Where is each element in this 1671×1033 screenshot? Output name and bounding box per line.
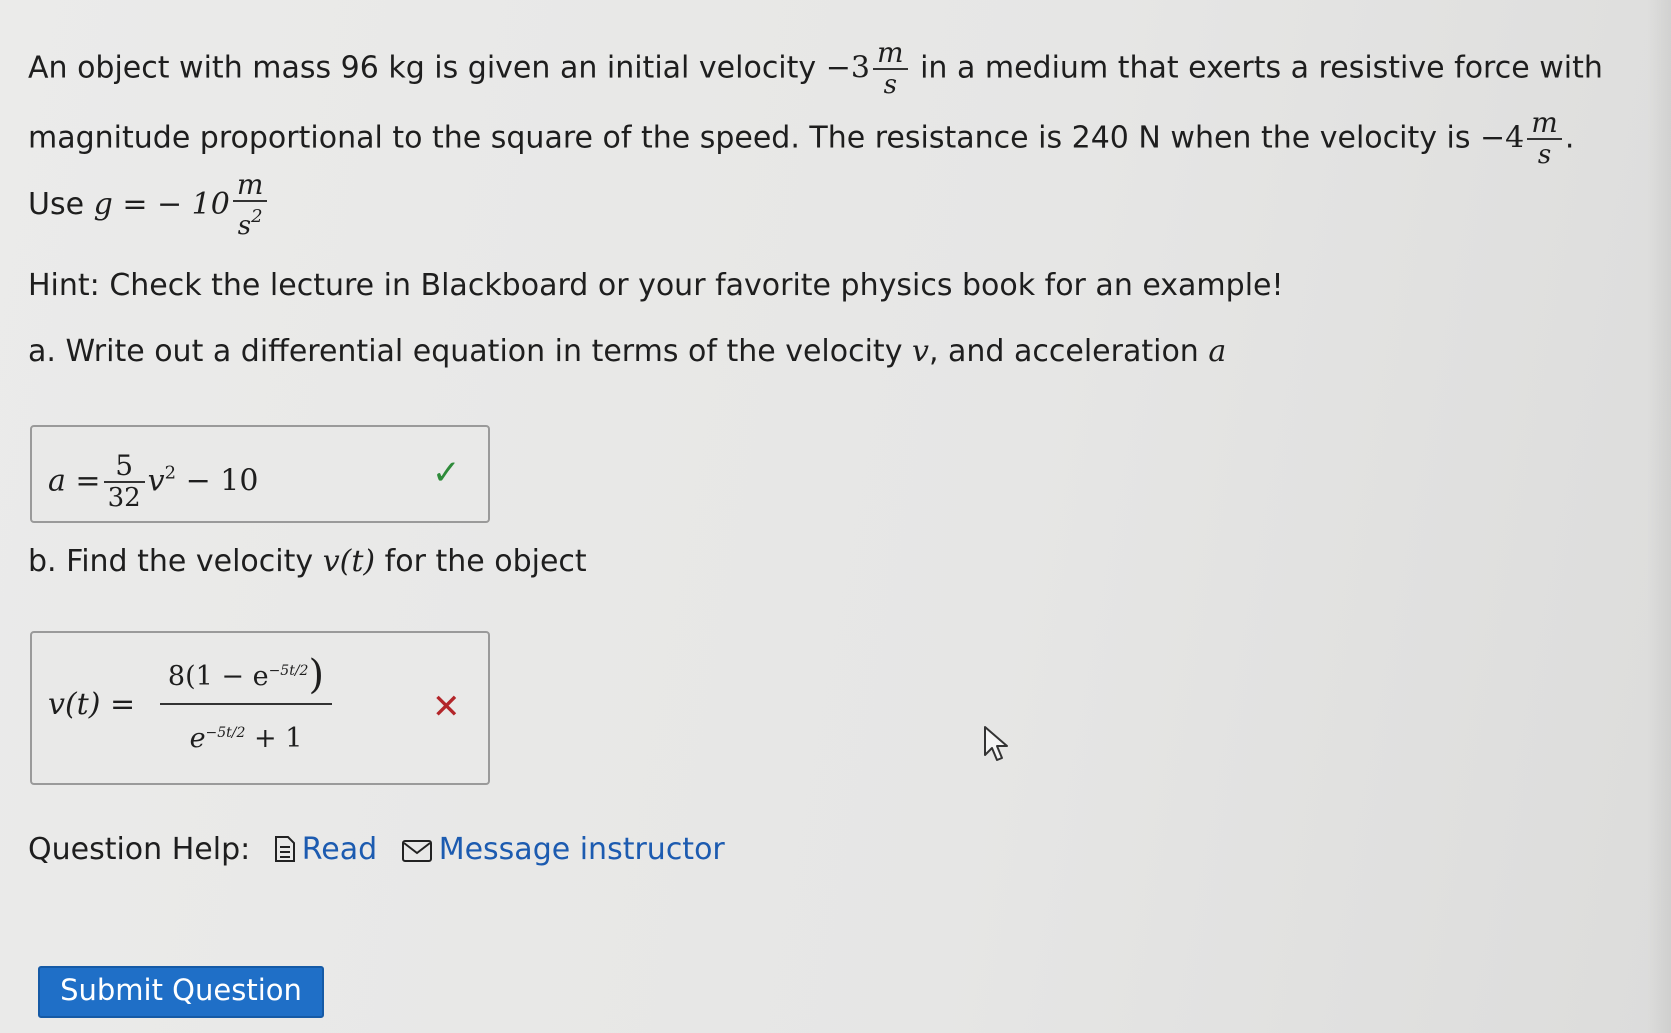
hint-text: Hint: Check the lecture in Blackboard or…: [28, 268, 1284, 303]
mouse-cursor-icon: [984, 726, 1008, 761]
answer-a-v: v: [147, 463, 165, 499]
part-a-answer-expression: a = 5 32 v2 − 10: [48, 449, 259, 514]
correct-check-icon: ✓: [432, 453, 461, 493]
var-a: a: [1208, 334, 1227, 369]
fraction-denominator: 32: [103, 481, 145, 513]
unit-s: s: [237, 211, 252, 241]
problem-line-3: Use g = − 10 m s2: [28, 170, 270, 241]
document-icon: [274, 836, 295, 862]
unit-m-per-s-fraction: ms: [872, 36, 908, 100]
problem-text-1a: An object with mass 96 kg is given an in…: [28, 50, 817, 86]
initial-velocity-value: −3: [825, 50, 870, 86]
problem-line-2: magnitude proportional to the square of …: [28, 106, 1575, 171]
message-instructor-link[interactable]: Message instructor: [401, 832, 725, 867]
gravity-value: g = − 10: [93, 187, 230, 222]
answer-a-exponent: 2: [164, 462, 177, 484]
read-link[interactable]: Read: [274, 832, 387, 867]
part-a-prompt: a. Write out a differential equation in …: [28, 332, 1226, 372]
screen-edge-shade: [1647, 0, 1671, 1033]
unit-denominator: s: [1527, 138, 1562, 170]
part-b-answer-field[interactable]: v(t) = 8(1 − e−5t/2) e−5t/2 + 1 ✕: [30, 631, 490, 785]
problem-text-2a: magnitude proportional to the square of …: [28, 120, 1471, 156]
answer-a-fraction: 5 32: [103, 449, 145, 513]
numerator-text: 8(1 − e: [167, 661, 269, 692]
incorrect-x-icon: ✕: [432, 687, 461, 727]
unit-m-per-s-fraction-2: ms: [1527, 108, 1562, 170]
part-b-denominator: e−5t/2 + 1: [160, 703, 332, 767]
unit-numerator: m: [1531, 106, 1558, 139]
answer-a-lhs: a =: [48, 463, 101, 499]
answer-a-tail: − 10: [185, 463, 259, 499]
unit-numerator: m: [876, 36, 904, 69]
problem-line-1: An object with mass 96 kg is given an in…: [28, 36, 1603, 101]
fraction-numerator: 5: [115, 449, 134, 482]
read-link-label: Read: [301, 832, 378, 867]
part-b-numerator: 8(1 − e−5t/2): [160, 645, 332, 703]
answer-b-lhs: v(t) =: [48, 687, 136, 722]
part-b-fraction: 8(1 − e−5t/2) e−5t/2 + 1: [160, 645, 332, 767]
numerator-close-paren: ): [308, 652, 325, 698]
part-b-lhs: v(t) =: [48, 685, 135, 725]
part-a-prompt-text-2: , and acceleration: [928, 334, 1199, 369]
unit-denominator: s2: [232, 200, 268, 241]
problem-text-1b: in a medium that exerts a resistive forc…: [920, 50, 1603, 86]
unit-numerator: m: [236, 168, 264, 201]
part-b-prompt-text-2: for the object: [384, 544, 587, 579]
velocity-value: −4: [1480, 120, 1525, 156]
denominator-tail: + 1: [254, 723, 303, 754]
envelope-icon: [401, 840, 432, 862]
part-b-prompt: b. Find the velocity v(t) for the object: [28, 542, 587, 582]
question-help-label: Question Help:: [28, 832, 251, 867]
part-a-prompt-text: a. Write out a differential equation in …: [28, 334, 903, 369]
numerator-exponent: −5t/2: [268, 663, 309, 679]
denominator-exponent: −5t/2: [205, 725, 246, 741]
question-help-row: Question Help: Read Message instructor: [28, 832, 725, 867]
message-instructor-label: Message instructor: [438, 832, 725, 867]
problem-text-3a: Use: [28, 187, 85, 222]
part-a-answer-field[interactable]: a = 5 32 v2 − 10 ✓: [30, 425, 490, 523]
var-vt: v(t): [322, 544, 376, 579]
part-b-prompt-text: b. Find the velocity: [28, 544, 314, 579]
unit-denominator: s: [872, 68, 908, 100]
unit-m-per-s2-fraction: m s2: [232, 168, 268, 241]
var-v: v: [912, 334, 929, 369]
unit-exponent: 2: [251, 206, 263, 227]
denominator-e: e: [189, 723, 206, 754]
submit-question-button[interactable]: Submit Question: [38, 966, 324, 1018]
